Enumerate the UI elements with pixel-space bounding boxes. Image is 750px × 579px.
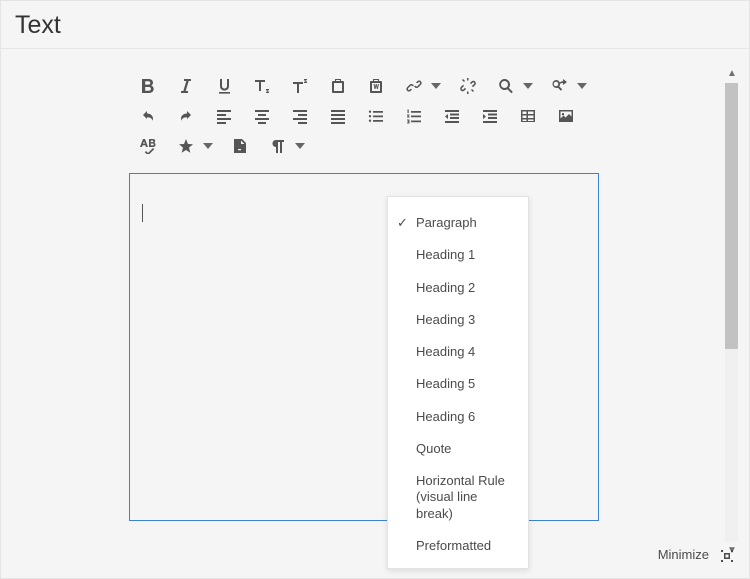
align-justify-icon[interactable] — [319, 101, 357, 131]
vertical-scrollbar[interactable]: ▲ ▼ — [723, 67, 741, 558]
bullet-list-icon[interactable] — [357, 101, 395, 131]
italic-icon[interactable] — [167, 71, 205, 101]
replace-icon[interactable] — [541, 71, 579, 101]
link-icon[interactable] — [395, 71, 433, 101]
scroll-track[interactable] — [725, 83, 738, 542]
format-option-heading3[interactable]: Heading 3 — [388, 304, 528, 336]
bold-icon[interactable] — [129, 71, 167, 101]
find-icon[interactable] — [487, 71, 525, 101]
paste-word-icon[interactable] — [357, 71, 395, 101]
image-icon[interactable] — [547, 101, 585, 131]
align-right-icon[interactable] — [281, 101, 319, 131]
source-edit-icon[interactable] — [221, 131, 259, 161]
fullscreen-exit-icon[interactable] — [719, 548, 735, 564]
paragraph-format-menu: Paragraph Heading 1 Heading 2 Heading 3 … — [387, 196, 529, 569]
format-option-heading2[interactable]: Heading 2 — [388, 272, 528, 304]
format-option-quote[interactable]: Quote — [388, 433, 528, 465]
numbered-list-icon[interactable] — [395, 101, 433, 131]
minimize-button[interactable]: Minimize — [658, 547, 709, 562]
format-option-heading4[interactable]: Heading 4 — [388, 336, 528, 368]
scroll-up-icon[interactable]: ▲ — [723, 67, 741, 81]
rte-toolbar — [129, 71, 599, 161]
format-option-heading5[interactable]: Heading 5 — [388, 368, 528, 400]
format-option-heading1[interactable]: Heading 1 — [388, 239, 528, 271]
format-option-heading6[interactable]: Heading 6 — [388, 401, 528, 433]
spellcheck-icon[interactable] — [129, 131, 167, 161]
align-center-icon[interactable] — [243, 101, 281, 131]
align-left-icon[interactable] — [205, 101, 243, 131]
format-option-hr[interactable]: Horizontal Rule (vis­ual line break) — [388, 465, 528, 530]
superscript-icon[interactable] — [281, 71, 319, 101]
table-icon[interactable] — [509, 101, 547, 131]
undo-icon[interactable] — [129, 101, 167, 131]
format-option-preformatted[interactable]: Preformatted — [388, 530, 528, 562]
unlink-icon[interactable] — [449, 71, 487, 101]
special-char-icon[interactable] — [167, 131, 205, 161]
underline-icon[interactable] — [205, 71, 243, 101]
subscript-icon[interactable] — [243, 71, 281, 101]
dialog-title: Text — [15, 11, 735, 40]
dialog-body: Paragraph Heading 1 Heading 2 Heading 3 … — [1, 53, 749, 578]
paste-icon[interactable] — [319, 71, 357, 101]
dialog-header: Text — [1, 1, 749, 49]
text-caret — [142, 204, 143, 222]
scroll-thumb[interactable] — [725, 83, 738, 349]
paragraph-format-icon[interactable] — [259, 131, 297, 161]
indent-icon[interactable] — [471, 101, 509, 131]
outdent-icon[interactable] — [433, 101, 471, 131]
redo-icon[interactable] — [167, 101, 205, 131]
format-option-paragraph[interactable]: Paragraph — [388, 207, 528, 239]
